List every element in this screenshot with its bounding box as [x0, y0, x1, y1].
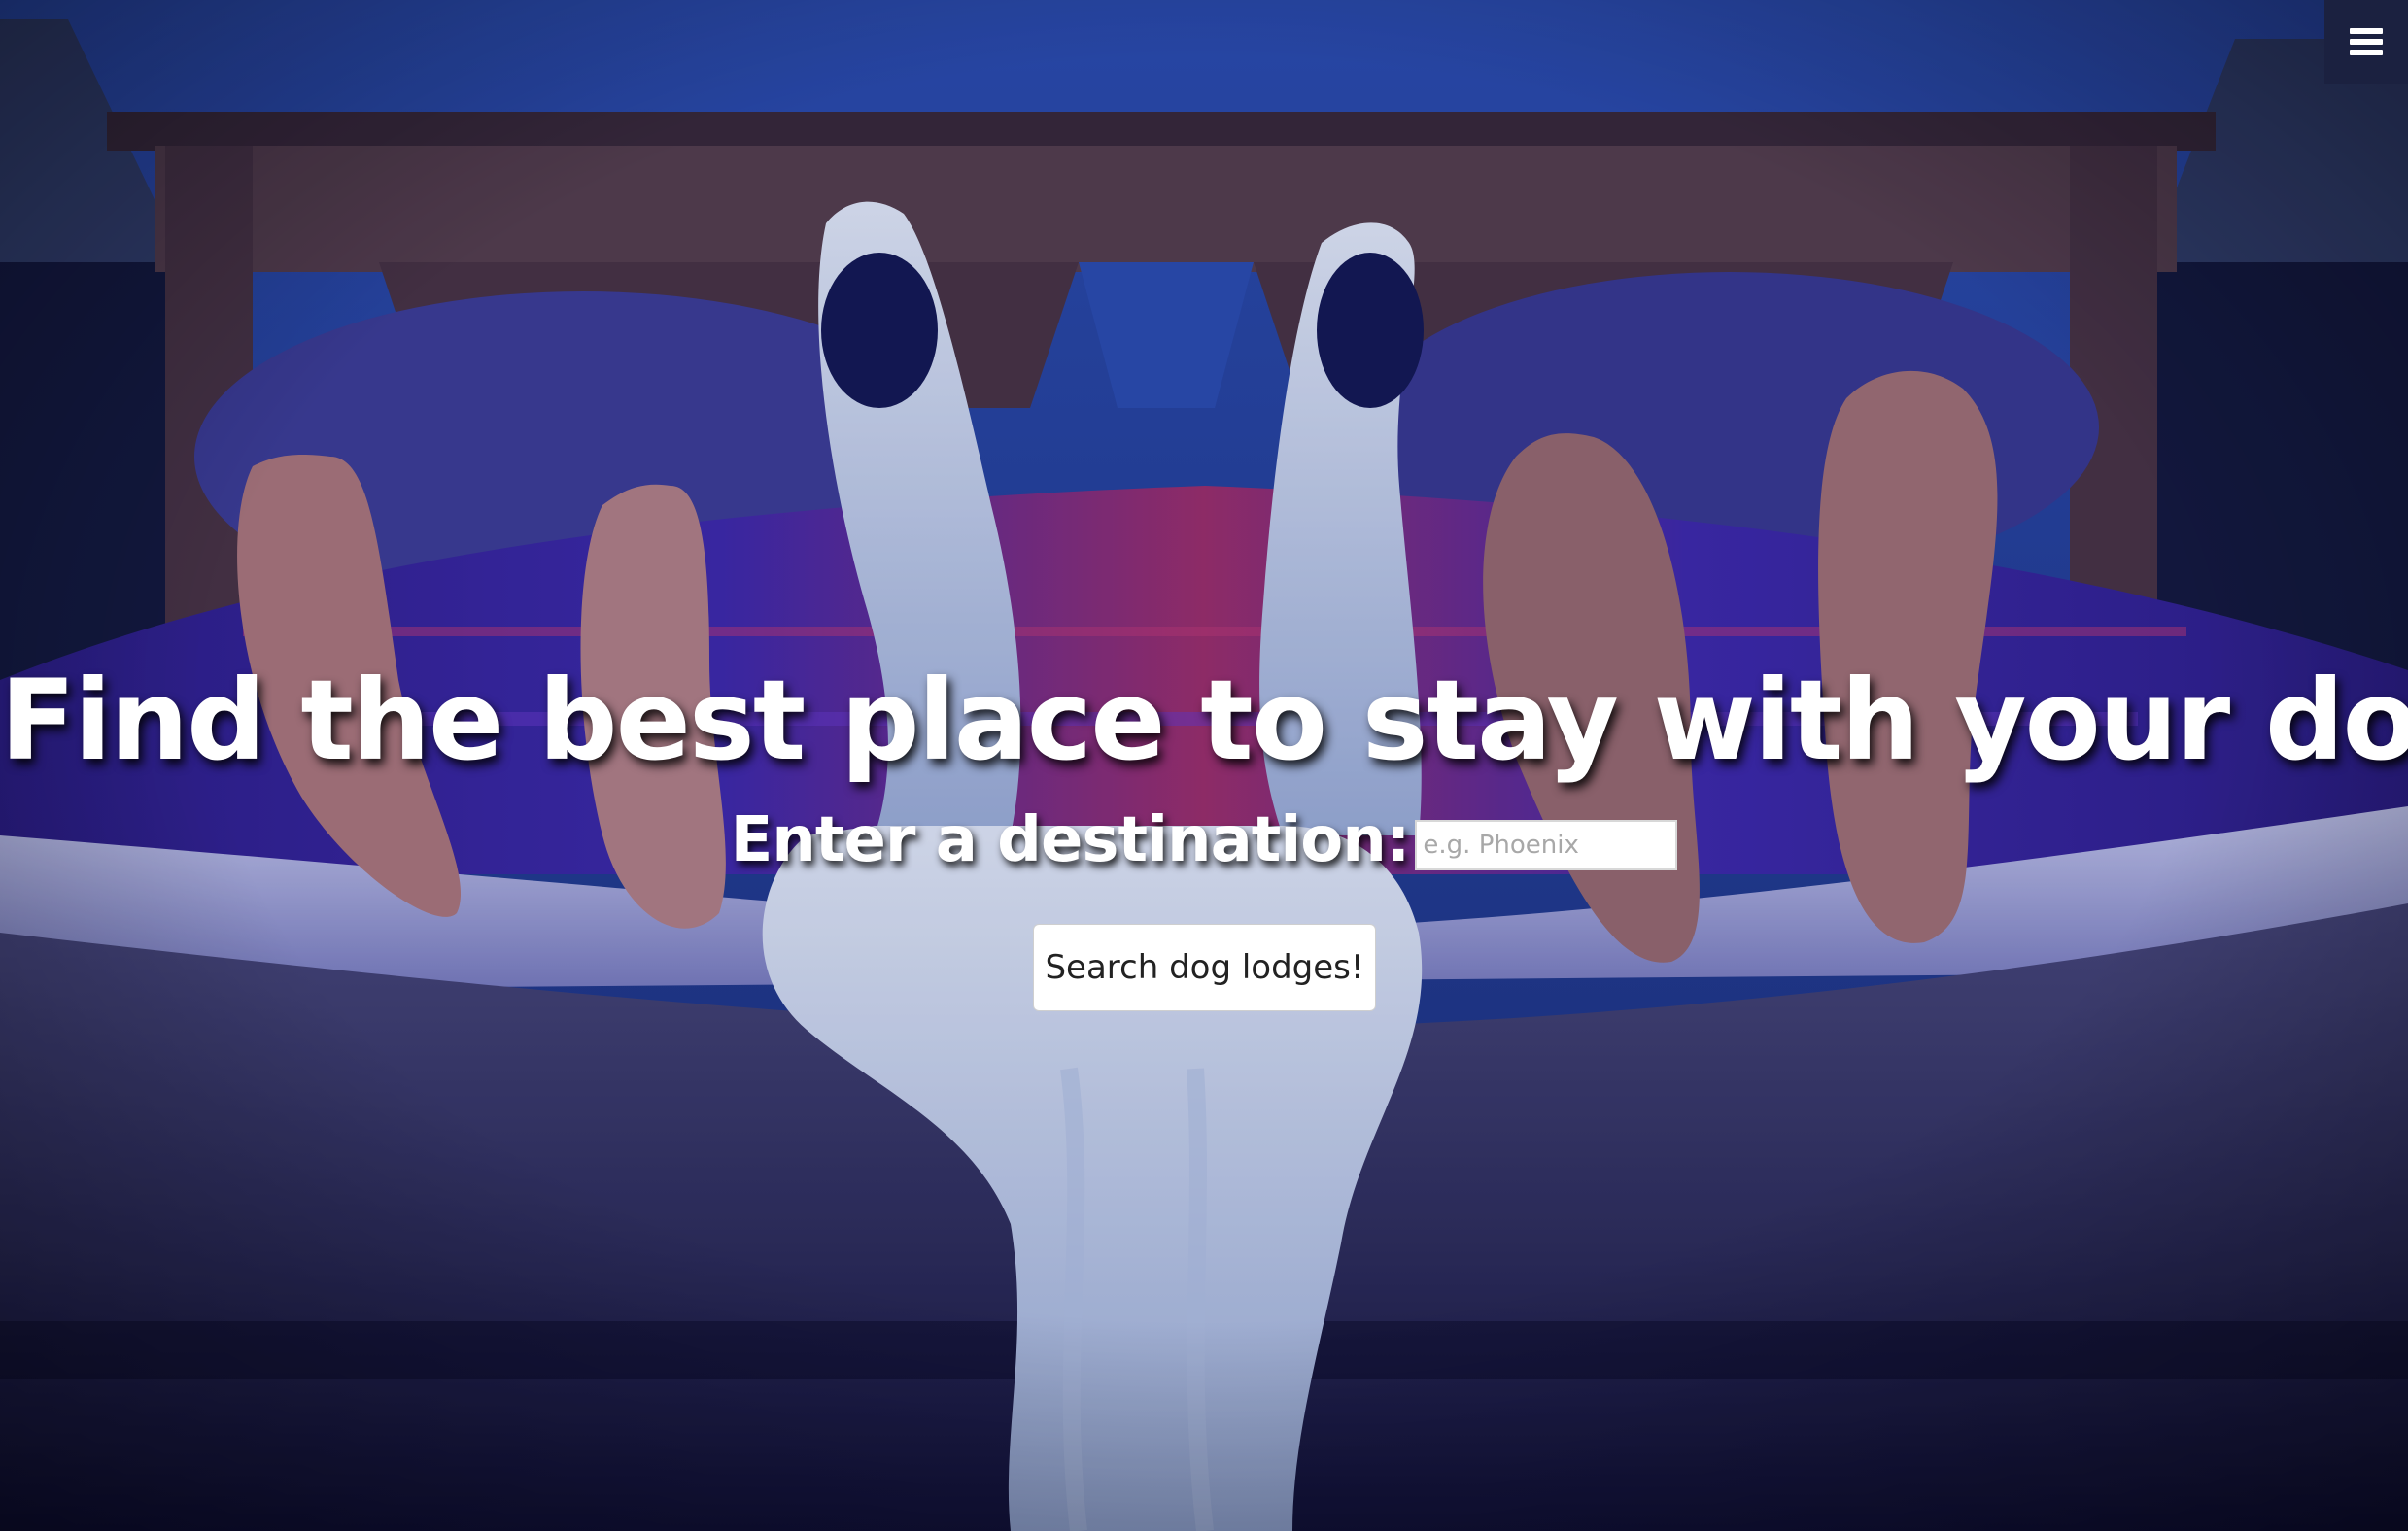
destination-input[interactable] — [1415, 820, 1678, 870]
hero-headline: Find the best place to stay with your do… — [0, 656, 2408, 785]
search-dog-lodges-button[interactable]: Search dog lodges! — [1033, 924, 1376, 1011]
destination-search-row: Enter a destination: — [0, 797, 2408, 884]
menu-bar — [2350, 50, 2383, 55]
menu-bar — [2350, 39, 2383, 45]
menu-bar — [2350, 28, 2383, 34]
hamburger-menu-icon[interactable] — [2324, 0, 2408, 84]
destination-label: Enter a destination: — [730, 804, 1411, 876]
menu-bars — [2350, 28, 2383, 55]
hero-section: Find the best place to stay with your do… — [0, 0, 2408, 1531]
